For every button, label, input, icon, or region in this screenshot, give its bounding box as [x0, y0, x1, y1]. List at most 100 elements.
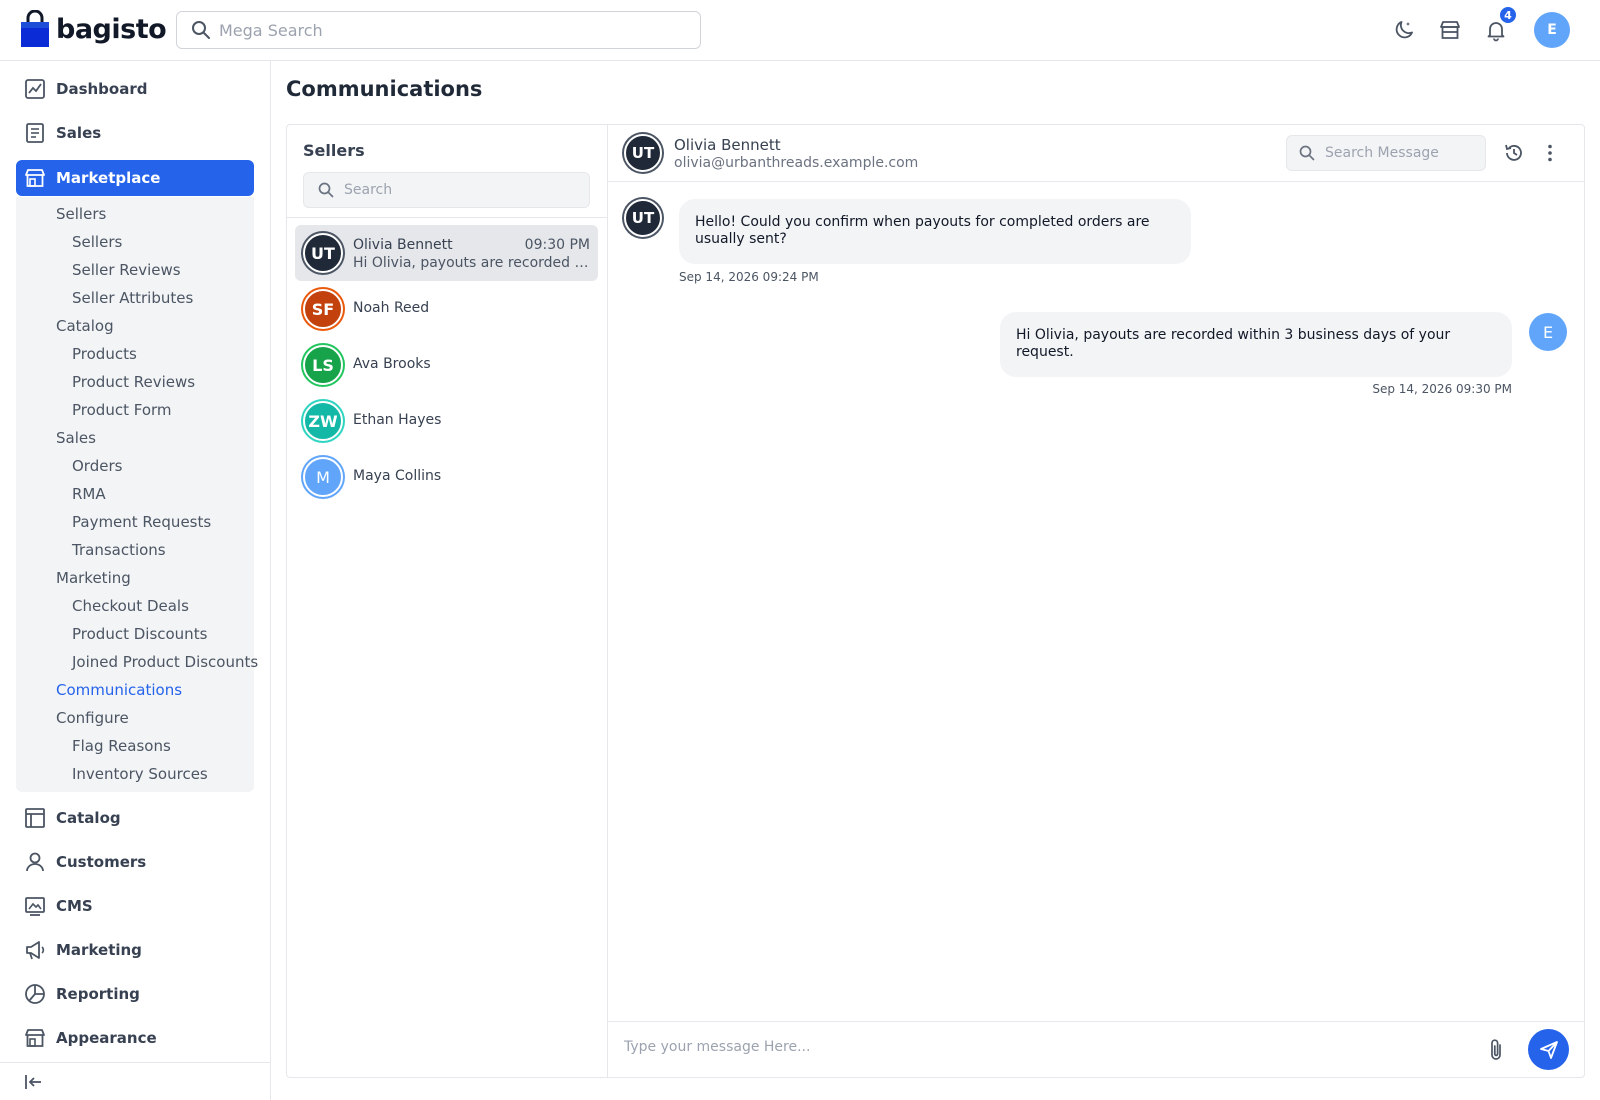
submenu-checkout-deals[interactable]: Checkout Deals — [72, 597, 189, 615]
submenu-configure[interactable]: Configure — [56, 709, 129, 727]
submenu-sales[interactable]: Sales — [56, 429, 96, 447]
submenu-transactions[interactable]: Transactions — [72, 541, 166, 559]
sidebar-item-label: Appearance — [56, 1029, 157, 1047]
submenu-product-form[interactable]: Product Form — [72, 401, 172, 419]
more-options-button[interactable] — [1536, 139, 1564, 167]
seller-avatar: M — [303, 457, 343, 497]
seller-avatar: UT — [303, 233, 343, 273]
message-input[interactable] — [624, 1039, 1444, 1055]
paperclip-icon — [1491, 1039, 1501, 1060]
sellers-search-box[interactable] — [303, 172, 590, 208]
seller-list-item[interactable]: UT Olivia Bennett 09:30 PM Hi Olivia, pa… — [295, 225, 598, 281]
seller-name: Maya Collins — [353, 468, 442, 484]
submenu-payment-requests[interactable]: Payment Requests — [72, 513, 211, 531]
seller-list-item[interactable]: ZW Ethan Hayes — [295, 393, 598, 449]
store-icon — [24, 167, 46, 189]
seller-last-message-time: 09:30 PM — [524, 237, 590, 253]
sellers-list-column: Sellers UT Olivia Bennett 09:30 PM Hi Ol… — [287, 125, 608, 1077]
sidebar-item-label: Sales — [56, 124, 102, 142]
sidebar-item-reporting[interactable]: Reporting — [16, 976, 254, 1012]
mega-search-input[interactable] — [219, 20, 659, 40]
collapse-sidebar-button[interactable] — [0, 1062, 270, 1100]
sidebar-item-marketing[interactable]: Marketing — [16, 932, 254, 968]
submenu-seller-attributes[interactable]: Seller Attributes — [72, 289, 193, 307]
logo[interactable]: bagisto — [20, 10, 167, 48]
send-icon — [1539, 1040, 1558, 1059]
sellers-search-input[interactable] — [344, 182, 574, 198]
submenu-product-reviews[interactable]: Product Reviews — [72, 373, 195, 391]
seller-name: Ethan Hayes — [353, 412, 442, 428]
sidebar-item-catalog[interactable]: Catalog — [16, 800, 254, 836]
sidebar-item-label: Customers — [56, 853, 147, 871]
marketplace-submenu: Sellers Sellers Seller Reviews Seller At… — [16, 197, 258, 792]
submenu-products[interactable]: Products — [72, 345, 137, 363]
sidebar: Dashboard Sales Marketplace Sellers Sell… — [0, 61, 271, 1100]
dark-mode-toggle[interactable] — [1386, 11, 1422, 49]
sidebar-item-label: Dashboard — [56, 80, 148, 98]
history-button[interactable] — [1500, 139, 1528, 167]
submenu-joined-product-discounts[interactable]: Joined Product Discounts — [72, 653, 258, 671]
storefront-button[interactable] — [1432, 11, 1468, 49]
page-title: Communications — [286, 77, 483, 101]
chat-column: UT Olivia Bennett olivia@urbanthreads.ex… — [608, 125, 1584, 1077]
seller-list-item[interactable]: SF Noah Reed — [295, 281, 598, 337]
sidebar-item-label: CMS — [56, 897, 93, 915]
seller-name: Olivia Bennett — [353, 237, 453, 253]
message-search-input[interactable] — [1325, 145, 1475, 161]
incoming-message-avatar: UT — [624, 199, 662, 237]
contact-email: olivia@urbanthreads.example.com — [674, 155, 919, 171]
submenu-marketing[interactable]: Marketing — [56, 569, 131, 587]
message-timestamp: Sep 14, 2026 09:30 PM — [1372, 382, 1512, 396]
sellers-list-title: Sellers — [303, 141, 365, 160]
outgoing-message-avatar: E — [1529, 313, 1567, 351]
sidebar-item-customers[interactable]: Customers — [16, 844, 254, 880]
catalog-icon — [24, 807, 46, 829]
mega-search-box[interactable] — [176, 11, 701, 49]
send-message-button[interactable] — [1528, 1029, 1569, 1070]
sidebar-item-marketplace[interactable]: Marketplace — [16, 160, 254, 196]
seller-avatar: SF — [303, 289, 343, 329]
seller-avatar: LS — [303, 345, 343, 385]
outgoing-message-bubble: Hi Olivia, payouts are recorded within 3… — [1000, 312, 1512, 377]
submenu-rma[interactable]: RMA — [72, 485, 106, 503]
dashboard-icon — [24, 78, 46, 100]
sidebar-item-dashboard[interactable]: Dashboard — [16, 71, 254, 107]
seller-name: Ava Brooks — [353, 356, 431, 372]
cms-icon — [24, 895, 46, 917]
sidebar-item-cms[interactable]: CMS — [16, 888, 254, 924]
submenu-product-discounts[interactable]: Product Discounts — [72, 625, 207, 643]
seller-list-item[interactable]: LS Ava Brooks — [295, 337, 598, 393]
submenu-orders[interactable]: Orders — [72, 457, 122, 475]
submenu-catalog[interactable]: Catalog — [56, 317, 114, 335]
search-icon — [318, 182, 334, 198]
submenu-communications[interactable]: Communications — [56, 681, 182, 699]
message-composer — [608, 1021, 1584, 1077]
notifications-button[interactable]: 4 — [1478, 5, 1518, 49]
sidebar-item-appearance[interactable]: Appearance — [16, 1020, 254, 1056]
submenu-seller-reviews[interactable]: Seller Reviews — [72, 261, 181, 279]
submenu-flag-reasons[interactable]: Flag Reasons — [72, 737, 171, 755]
attach-file-button[interactable] — [1482, 1036, 1510, 1064]
sidebar-item-sales[interactable]: Sales — [16, 115, 254, 151]
contact-name: Olivia Bennett — [674, 136, 781, 154]
history-icon — [1505, 144, 1522, 161]
sidebar-item-label: Marketing — [56, 941, 142, 959]
seller-avatar: ZW — [303, 401, 343, 441]
header-actions: 4 E — [1386, 5, 1570, 49]
contact-avatar: UT — [624, 134, 662, 172]
store-icon — [24, 1027, 46, 1049]
search-icon — [1299, 145, 1315, 161]
seller-list-item[interactable]: M Maya Collins — [295, 449, 598, 505]
user-avatar[interactable]: E — [1534, 12, 1570, 48]
submenu-sellers-list[interactable]: Sellers — [72, 233, 122, 251]
sidebar-item-label: Marketplace — [56, 169, 161, 187]
seller-name: Noah Reed — [353, 300, 430, 316]
store-icon — [1440, 21, 1460, 39]
megaphone-icon — [24, 939, 46, 961]
moon-icon — [1395, 21, 1413, 39]
message-search-box[interactable] — [1286, 135, 1486, 171]
user-icon — [24, 851, 46, 873]
submenu-sellers[interactable]: Sellers — [56, 205, 106, 223]
logo-text: bagisto — [56, 13, 167, 45]
submenu-inventory-sources[interactable]: Inventory Sources — [72, 765, 208, 783]
